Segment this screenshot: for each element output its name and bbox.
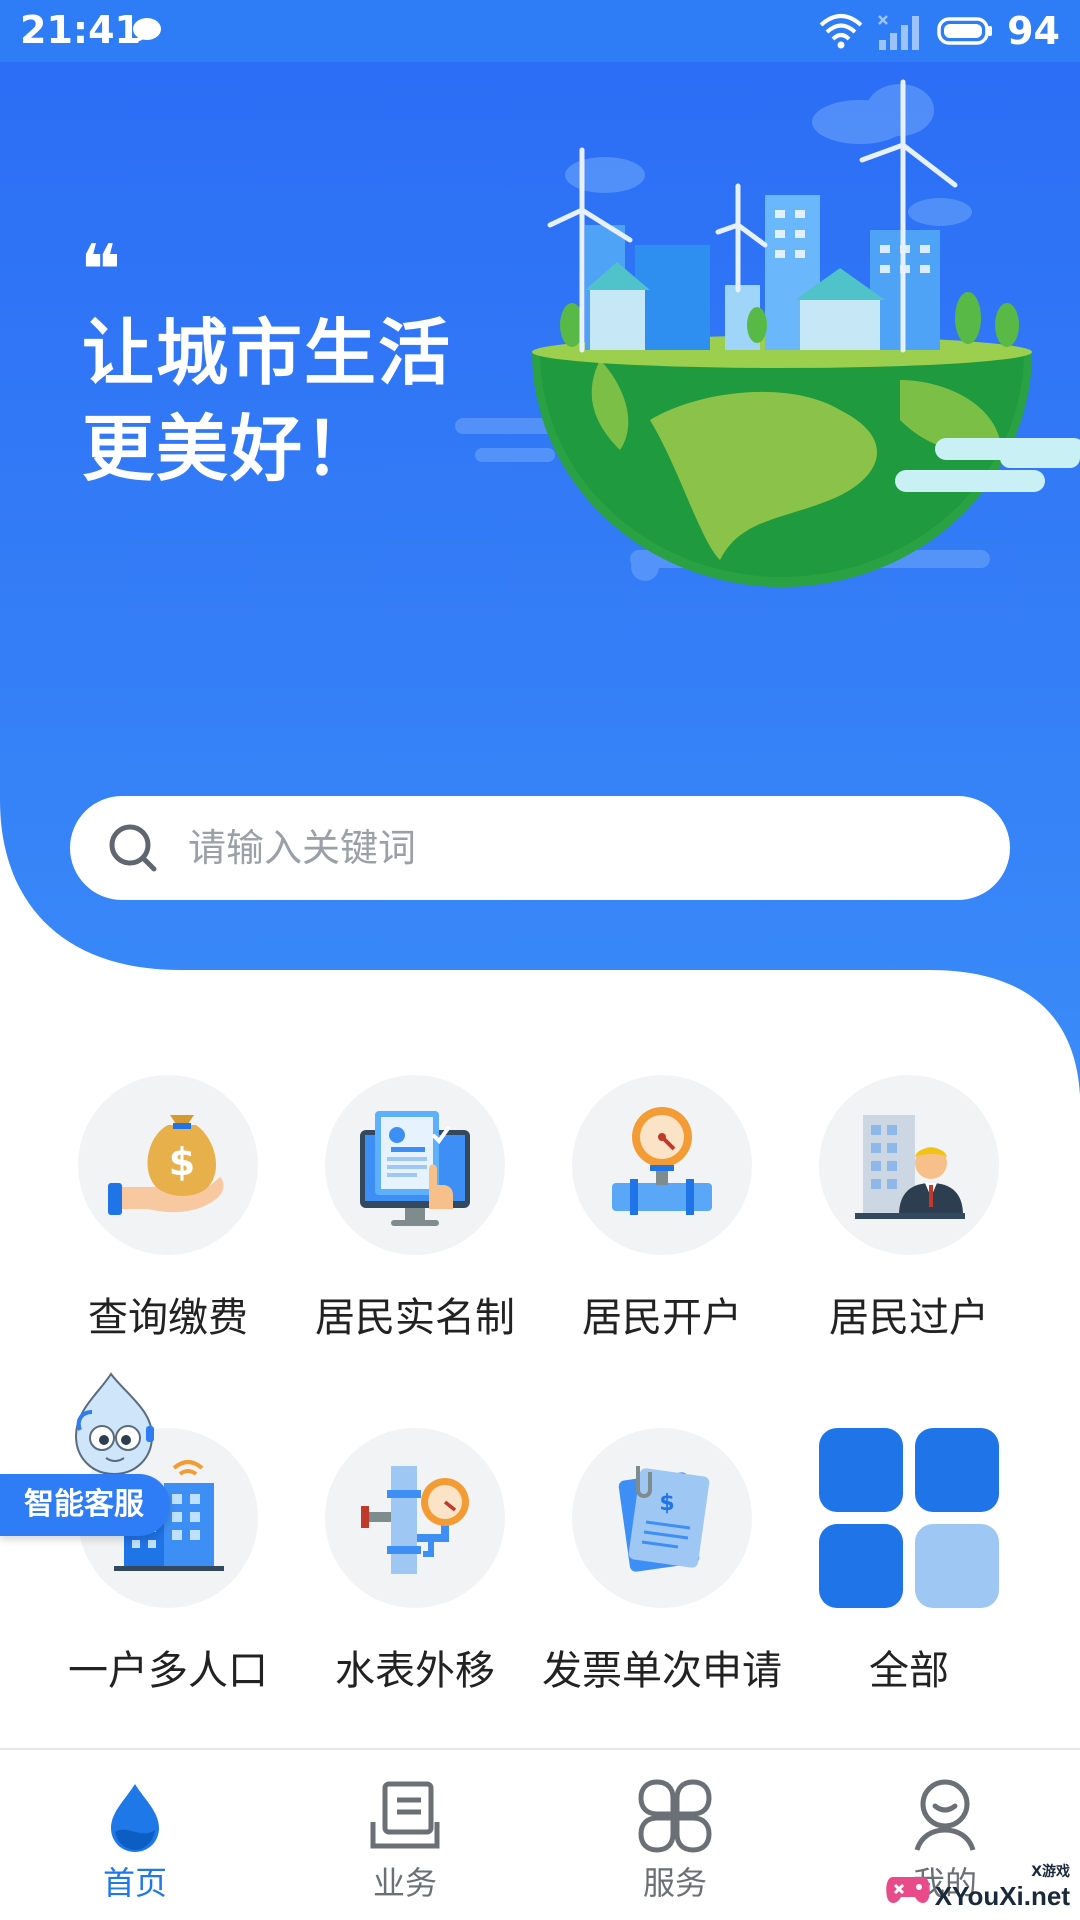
document-tray-icon	[370, 1781, 440, 1849]
water-meter-pipe-icon	[572, 1075, 752, 1255]
service-invoice-request[interactable]: $ 发票单次申请	[542, 1428, 782, 1696]
wifi-icon	[819, 14, 863, 49]
hero-background	[0, 0, 1080, 1095]
four-leaf-grid-icon	[638, 1779, 712, 1853]
invoice-document-icon: $	[572, 1428, 752, 1608]
search-icon	[109, 824, 157, 872]
service-label: 一户多人口	[68, 1648, 268, 1694]
gamepad-logo-icon	[885, 1876, 930, 1903]
meter-relocation-icon	[325, 1428, 505, 1608]
service-query-payment[interactable]: $ 查询缴费	[48, 1075, 288, 1343]
person-building-icon	[819, 1075, 999, 1255]
nav-business[interactable]: 业务	[325, 1778, 485, 1904]
service-real-name[interactable]: 居民实名制	[295, 1075, 535, 1343]
hero-slogan: 让城市生活 更美好！	[82, 305, 452, 497]
search-bar[interactable]	[70, 796, 1010, 900]
svg-text:$: $	[659, 1491, 674, 1516]
nav-label: 首页	[102, 1864, 167, 1902]
water-drop-mascot-icon	[74, 1372, 154, 1476]
nav-label: 服务	[642, 1864, 707, 1902]
status-right: 94	[819, 8, 1060, 54]
service-label: 全部	[869, 1648, 949, 1694]
service-label: 水表外移	[335, 1648, 495, 1694]
service-meter-relocation[interactable]: 水表外移	[295, 1428, 535, 1696]
service-open-account[interactable]: 居民开户	[542, 1075, 782, 1343]
slogan-line-2: 更美好！	[82, 407, 379, 491]
signal-icon	[878, 15, 920, 50]
id-document-screen-icon	[325, 1075, 505, 1255]
service-label: 查询缴费	[88, 1295, 248, 1341]
site-watermark: X游戏 XYouXi.net	[885, 1861, 1070, 1912]
hero-banner	[0, 0, 1080, 1100]
nav-services[interactable]: 服务	[595, 1778, 755, 1904]
chat-bubble-icon	[133, 18, 161, 43]
watermark-text: XYouXi.net	[934, 1881, 1070, 1911]
battery-icon	[937, 17, 993, 45]
service-all[interactable]: 全部	[789, 1428, 1029, 1696]
svg-text:$: $	[169, 1140, 195, 1184]
profile-icon	[914, 1779, 976, 1851]
money-bag-hand-icon: $	[78, 1075, 258, 1255]
assistant-label: 智能客服	[0, 1474, 170, 1536]
nav-home[interactable]: 首页	[55, 1778, 215, 1904]
watermark-small: X游戏	[1031, 1864, 1070, 1880]
all-grid-icon	[819, 1428, 999, 1608]
slogan-line-1: 让城市生活	[82, 311, 453, 395]
status-time: 21:41	[20, 8, 141, 52]
home-screen: ❝ 让城市生活 更美好！ 21:41 94 请输入关键词 $ 查询缴费 居民实名…	[0, 0, 1080, 1920]
search-input[interactable]	[188, 826, 948, 870]
smart-assistant[interactable]: 智能客服	[0, 1370, 180, 1540]
nav-label: 业务	[372, 1864, 437, 1902]
service-label: 居民过户	[829, 1295, 989, 1341]
service-label: 居民开户	[582, 1295, 742, 1341]
water-drop-icon	[111, 1784, 159, 1852]
service-label: 居民实名制	[315, 1295, 515, 1341]
service-label: 发票单次申请	[542, 1648, 782, 1694]
service-transfer[interactable]: 居民过户	[789, 1075, 1029, 1343]
status-bar: 21:41 94	[0, 0, 1080, 62]
battery-percent: 94	[1007, 9, 1060, 53]
quote-icon: ❝	[80, 229, 122, 311]
